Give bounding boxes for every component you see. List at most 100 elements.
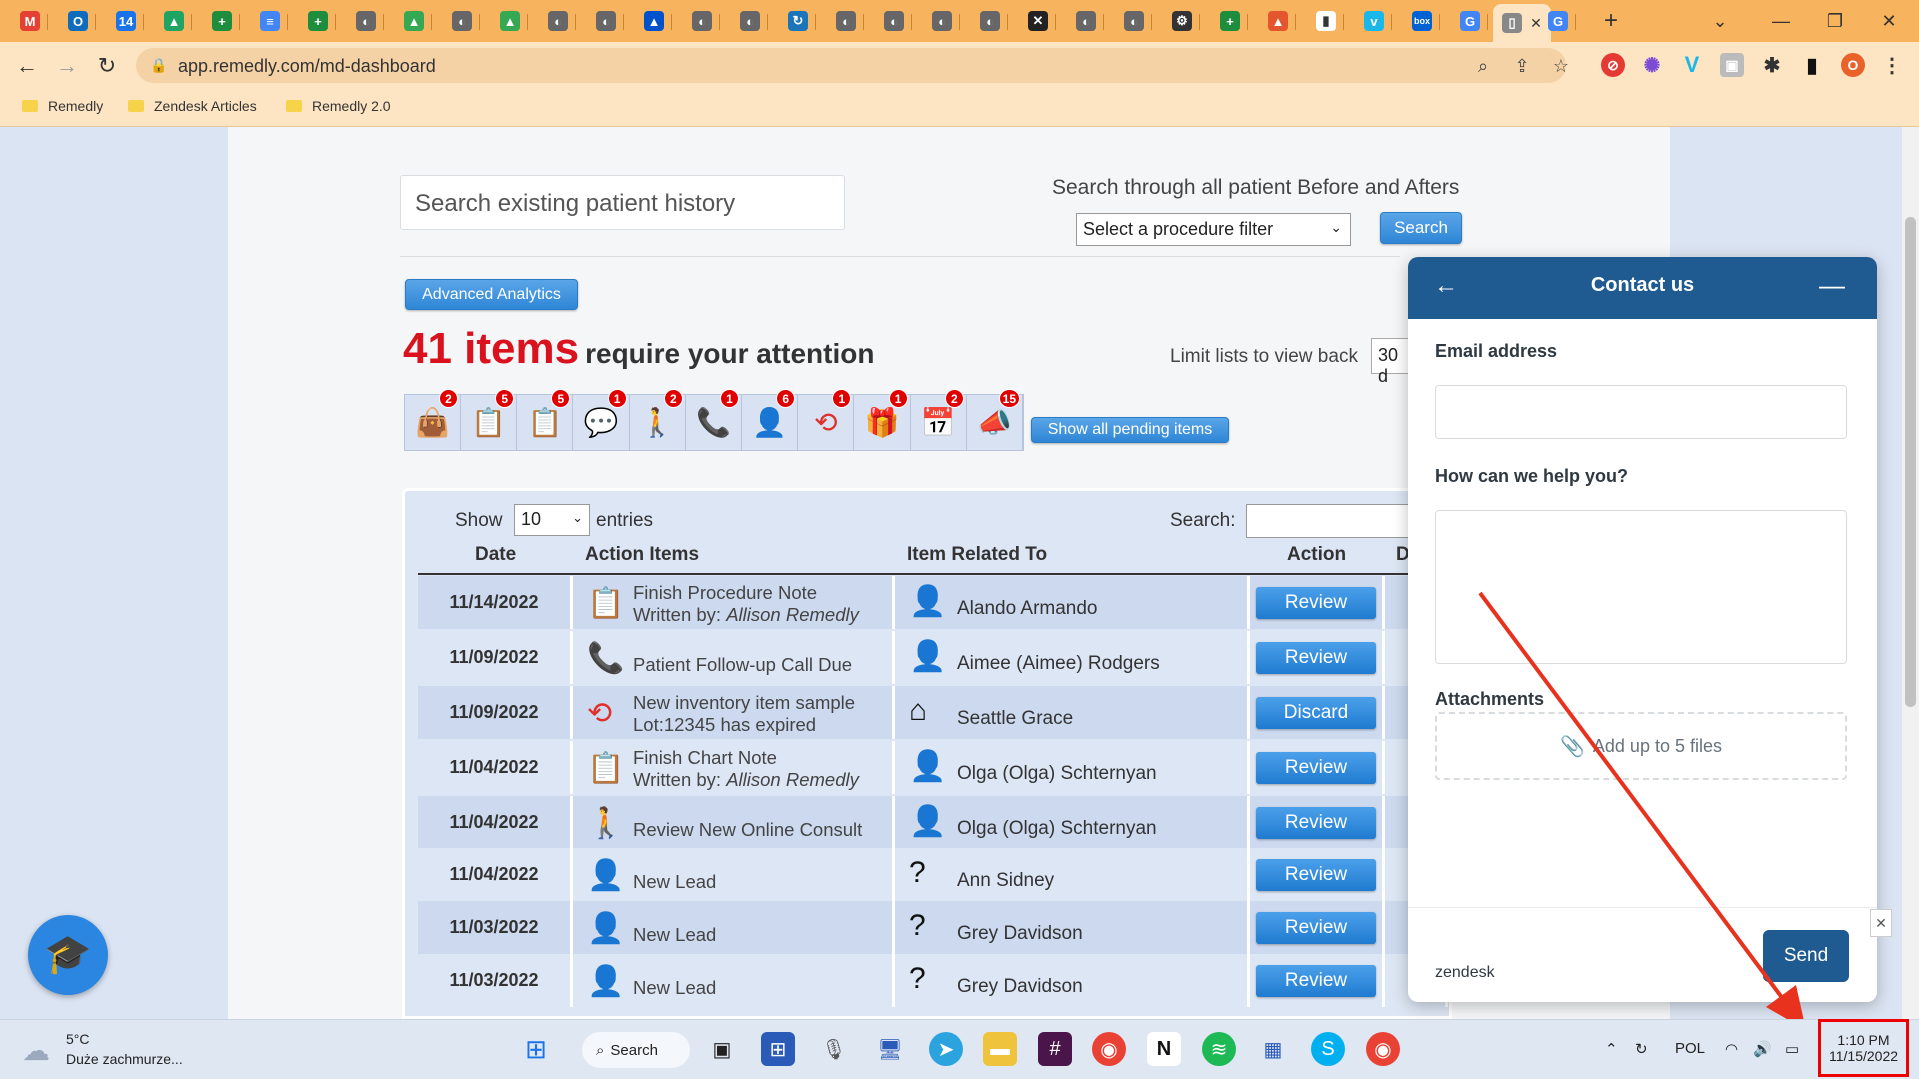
file-explorer-icon[interactable]: ▬ [983, 1032, 1017, 1066]
browser-tab[interactable]: ◐ [348, 6, 384, 36]
row-related[interactable]: 👤 Alando Armando [895, 576, 1250, 629]
spotify-icon[interactable]: ≋ [1202, 1032, 1236, 1066]
browser-tab[interactable]: + [1212, 6, 1248, 36]
vimeo-extension-icon[interactable]: V [1680, 52, 1704, 77]
browser-tab[interactable]: ⚙ [1164, 6, 1200, 36]
windows-start-icon[interactable]: ⊞ [519, 1032, 553, 1066]
chrome-icon[interactable]: ◉ [1092, 1032, 1126, 1066]
browser-tab[interactable]: ▲ [636, 6, 672, 36]
row-related[interactable]: ? Grey Davidson [895, 954, 1250, 1007]
header-action-items[interactable]: Action Items [585, 544, 699, 566]
browser-tab[interactable]: ◐ [1068, 6, 1104, 36]
browser-tab[interactable]: ◐ [828, 6, 864, 36]
send-button[interactable]: Send [1763, 930, 1849, 982]
row-related[interactable]: 👤 Aimee (Aimee) Rodgers [895, 631, 1250, 684]
message-textarea[interactable] [1435, 510, 1847, 664]
new-tab-button[interactable]: + [1593, 6, 1629, 36]
browser-tab[interactable]: ◐ [924, 6, 960, 36]
browser-tab[interactable]: ◐ [1116, 6, 1152, 36]
education-hub-button[interactable]: 🎓 [28, 915, 108, 995]
pending-filter-gift[interactable]: 🎁 1 [855, 389, 911, 450]
url-field[interactable]: 🔒 app.remedly.com/md-dashboard ⌕ ⇪ ☆ [136, 48, 1569, 83]
review-button[interactable]: Review [1256, 911, 1376, 944]
row-action-item[interactable]: 👤 New Lead [573, 954, 895, 1007]
back-icon[interactable]: ← [12, 51, 42, 81]
sync-icon[interactable]: ↻ [1635, 1040, 1648, 1058]
pending-filter-clipboard-add[interactable]: 📋 5 [461, 389, 518, 450]
row-action-item[interactable]: ⟲ New inventory item sample Lot:12345 has … [573, 686, 895, 739]
bookmark-remedly[interactable]: Remedly [22, 98, 103, 114]
taskbar-search[interactable]: ⌕ Search [582, 1032, 690, 1068]
extension-sparkle-icon[interactable]: ✺ [1640, 53, 1664, 77]
browser-tab[interactable]: G [1452, 6, 1488, 36]
browser-tab[interactable]: ↻ [780, 6, 816, 36]
chrome-active-icon[interactable]: ◉ [1366, 1032, 1400, 1066]
task-view-icon[interactable]: ▣ [705, 1032, 739, 1066]
pending-filter-clipboard-check[interactable]: 📋 5 [517, 389, 574, 450]
weather-description[interactable]: Duże zachmurze... [66, 1051, 183, 1067]
row-related[interactable]: ? Grey Davidson [895, 901, 1250, 954]
microphone-app-icon[interactable]: 🎙 [817, 1032, 851, 1066]
weather-temperature[interactable]: 5°C [66, 1031, 90, 1047]
browser-tab[interactable]: ◐ [684, 6, 720, 36]
page-scrollbar[interactable] [1902, 127, 1919, 1019]
review-button[interactable]: Review [1256, 641, 1376, 674]
browser-tab[interactable]: ◐ [444, 6, 480, 36]
related-name[interactable]: Olga (Olga) Schternyan [957, 763, 1157, 785]
store-icon[interactable]: ⊞ [761, 1032, 795, 1066]
browser-tab[interactable]: M [12, 6, 48, 36]
row-action-item[interactable]: 📋 Finish Chart Note Written by: Allison Re… [573, 741, 895, 794]
bookmark-remedly-2[interactable]: Remedly 2.0 [286, 98, 391, 114]
browser-tab[interactable]: ▲ [492, 6, 528, 36]
browser-tab[interactable]: ◐ [972, 6, 1008, 36]
browser-tab[interactable]: ▮ [1308, 6, 1344, 36]
telegram-icon[interactable]: ➤ [929, 1032, 963, 1066]
tray-overflow-icon[interactable]: ⌃ [1605, 1040, 1618, 1058]
row-related[interactable]: ? Ann Sidney [895, 848, 1250, 901]
teams-grid-icon[interactable]: ▦ [1256, 1032, 1290, 1066]
row-action-item[interactable]: 👤 New Lead [573, 901, 895, 954]
procedure-filter-select[interactable]: Select a procedure filter ⌄ [1076, 213, 1351, 246]
notion-icon[interactable]: N [1147, 1032, 1181, 1066]
browser-tab[interactable]: + [300, 6, 336, 36]
patient-history-search-input[interactable]: Search existing patient history [400, 175, 845, 230]
row-action-item[interactable]: 📋 Finish Procedure Note Written by: Alliso… [573, 576, 895, 629]
email-field[interactable] [1435, 385, 1847, 439]
show-all-pending-button[interactable]: Show all pending items [1031, 417, 1229, 443]
discard-button[interactable]: Discard [1256, 696, 1376, 729]
pending-filter-phone-ring[interactable]: 📞 1 [686, 389, 742, 450]
header-date[interactable]: Date [475, 544, 516, 566]
browser-tab[interactable]: ≡ [252, 6, 288, 36]
reload-icon[interactable]: ↻ [92, 51, 122, 81]
browser-tab[interactable]: box [1404, 6, 1440, 36]
volume-icon[interactable]: 🔊 [1753, 1040, 1772, 1058]
wifi-icon[interactable]: ◠ [1725, 1040, 1738, 1058]
remote-desktop-icon[interactable]: 🖥 [873, 1032, 907, 1066]
zoom-icon[interactable]: ⌕ [1472, 55, 1494, 77]
slack-icon[interactable]: # [1038, 1032, 1072, 1066]
row-action-item[interactable]: 👤 New Lead [573, 848, 895, 901]
bookmark-zendesk-articles[interactable]: Zendesk Articles [128, 98, 257, 114]
pending-filter-calendar[interactable]: 📅 2 [911, 389, 967, 450]
related-name[interactable]: Alando Armando [957, 598, 1098, 620]
bookmark-star-icon[interactable]: ☆ [1550, 55, 1572, 77]
pending-filter-lead[interactable]: 👤 6 [742, 389, 799, 450]
review-button[interactable]: Review [1256, 586, 1376, 619]
related-name[interactable]: Grey Davidson [957, 923, 1083, 945]
pending-filter-chat[interactable]: 💬 1 [574, 389, 630, 450]
pending-filter-expired[interactable]: ⟲ 1 [798, 389, 855, 450]
browser-tab[interactable]: O [60, 6, 96, 36]
related-name[interactable]: Grey Davidson [957, 976, 1083, 998]
row-related[interactable]: ⌂ Seattle Grace [895, 686, 1250, 739]
browser-tab[interactable]: ▲ [396, 6, 432, 36]
maximize-button[interactable]: ❐ [1812, 0, 1858, 42]
language-indicator[interactable]: POL [1675, 1040, 1705, 1057]
browser-tab[interactable]: ▲ [1260, 6, 1296, 36]
related-name[interactable]: Ann Sidney [957, 870, 1054, 892]
browser-tab[interactable]: ◐ [732, 6, 768, 36]
side-panel-icon[interactable]: ▮ [1800, 53, 1824, 77]
system-clock[interactable]: 1:10 PM 11/15/2022 [1818, 1019, 1909, 1077]
pending-filter-shopping-bag[interactable]: 👜 2 [405, 389, 461, 450]
entries-select[interactable]: 10 ⌄ [514, 504, 590, 536]
row-action-item[interactable]: 📞 Patient Follow-up Call Due [573, 631, 895, 684]
